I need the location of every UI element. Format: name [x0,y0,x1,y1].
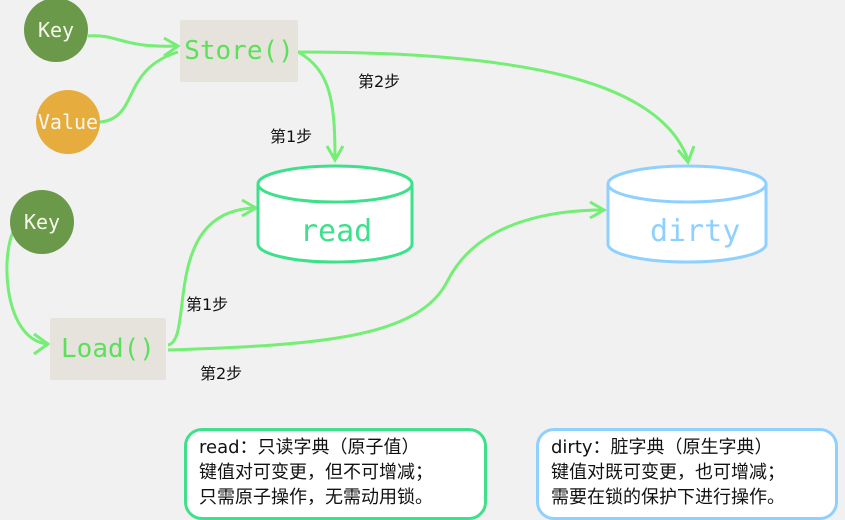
key-node-bottom: Key [10,190,74,254]
value-node: Value [36,90,100,154]
load-function-box: Load() [50,318,166,380]
store-step-2-label: 第2步 [358,72,401,91]
sync-map-diagram: Key Value Key Store() Load() read dirty … [0,0,845,520]
edge-store-to-dirty [297,50,690,161]
edge-load-to-read [167,206,257,347]
dirty-note-line-2: 键值对既可变更，也可增减； [551,462,785,483]
load-step-1-label: 第1步 [186,295,229,314]
key-node-top: Key [24,0,88,62]
store-step-1-label: 第1步 [270,127,313,146]
read-description-note: read：只读字典（原子值） 键值对可变更，但不可增减； 只需原子操作，无需动用… [184,428,487,520]
dirty-description-note: dirty：脏字典（原生字典） 键值对既可变更，也可增减； 需要在锁的保护下进行… [536,428,838,520]
read-note-line-2: 键值对可变更，但不可增减； [199,462,433,483]
dirty-label: dirty [650,214,741,249]
read-note-line-1: read：只读字典（原子值） [199,437,420,458]
load-step-2-label: 第2步 [200,364,243,383]
dirty-note-line-1: dirty：脏字典（原生字典） [551,437,773,458]
edge-value-to-store [99,50,179,124]
read-note-line-3: 只需原子操作，无需动用锁。 [199,487,433,508]
dirty-note-line-3: 需要在锁的保护下进行操作。 [551,487,785,508]
store-function-box: Store() [180,20,298,82]
read-label: read [300,214,373,249]
